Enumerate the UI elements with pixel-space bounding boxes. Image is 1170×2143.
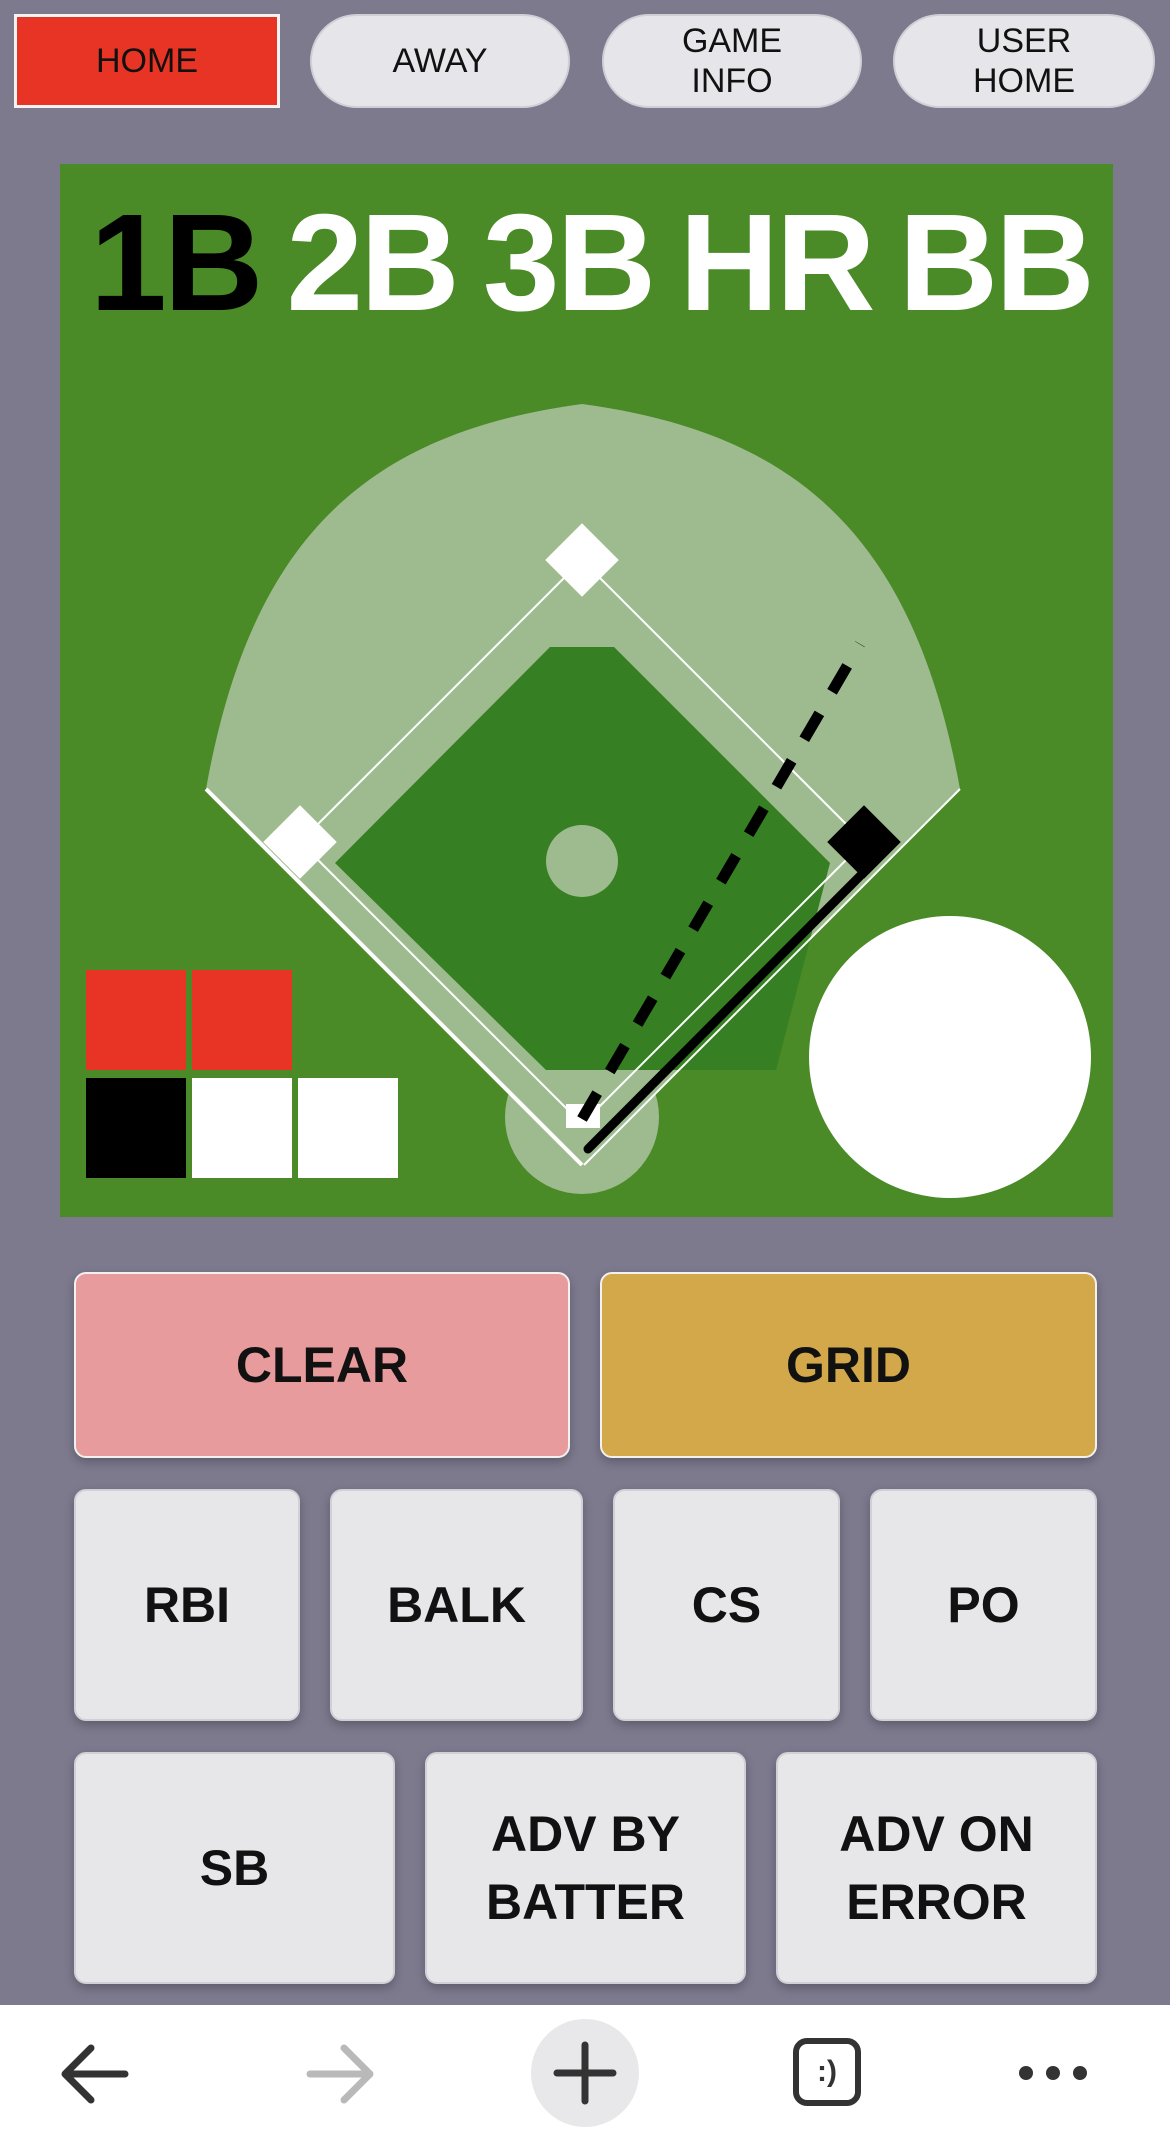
po-button[interactable]: PO [870,1489,1097,1721]
sb-button[interactable]: SB [74,1752,395,1984]
tab-away[interactable]: AWAY [310,14,570,108]
hit-type-selector: 1B 2B 3B HR BB [90,194,1095,332]
record-circle-button[interactable] [809,916,1091,1198]
pitchers-mound [546,825,618,897]
adv-by-batter-button[interactable]: ADV BY BATTER [425,1752,746,1984]
hit-hr[interactable]: HR [679,194,875,332]
rbi-button[interactable]: RBI [74,1489,300,1721]
tab-home[interactable]: HOME [14,14,280,108]
browser-toolbar: :) [0,2005,1170,2143]
count-box-out-3[interactable] [298,1078,398,1178]
hit-1b[interactable]: 1B [90,194,263,332]
count-box-out-2[interactable] [192,1078,292,1178]
field-panel[interactable]: 1B 2B 3B HR BB [60,164,1113,1217]
plus-icon [553,2041,617,2105]
count-box-out-1[interactable] [86,1078,186,1178]
tab-game-info[interactable]: GAME INFO [602,14,862,108]
count-box-red-1[interactable] [86,970,186,1070]
hit-2b[interactable]: 2B [286,194,459,332]
new-tab-button[interactable] [531,2019,639,2127]
arrow-left-icon[interactable] [55,2039,135,2109]
adv-on-error-button[interactable]: ADV ON ERROR [776,1752,1097,1984]
tabs-icon: :) [817,2055,837,2088]
balk-button[interactable]: BALK [330,1489,583,1721]
ellipsis-icon[interactable] [1016,2053,1090,2093]
tabs-button[interactable]: :) [793,2038,861,2106]
hit-3b[interactable]: 3B [483,194,656,332]
cs-button[interactable]: CS [613,1489,840,1721]
clear-button[interactable]: CLEAR [74,1272,570,1458]
tab-user-home[interactable]: USER HOME [893,14,1155,108]
arrow-right-icon[interactable] [300,2039,380,2109]
grid-button[interactable]: GRID [600,1272,1097,1458]
hit-bb[interactable]: BB [899,194,1095,332]
count-box-red-2[interactable] [192,970,292,1070]
